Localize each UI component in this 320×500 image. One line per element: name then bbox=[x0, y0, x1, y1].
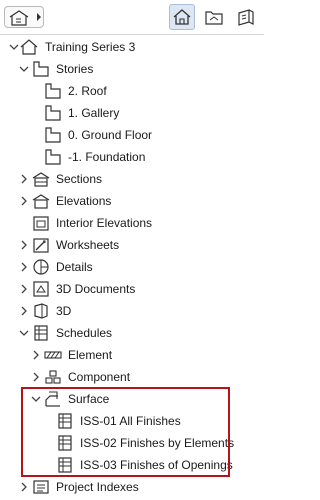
tree-item-root[interactable]: Training Series 3 bbox=[0, 36, 264, 58]
tree-item-story[interactable]: -1. Foundation bbox=[0, 146, 264, 168]
3d-view-icon bbox=[34, 303, 48, 319]
tree-item-story[interactable]: 0. Ground Floor bbox=[0, 124, 264, 146]
house-icon bbox=[173, 9, 191, 25]
tree-item-label: Element bbox=[68, 348, 113, 362]
tree-item-label: 2. Roof bbox=[68, 84, 107, 98]
view-mode-dropdown[interactable] bbox=[4, 6, 44, 28]
tree-item-label: Worksheets bbox=[56, 238, 120, 252]
tree-item-worksheets[interactable]: Worksheets bbox=[0, 234, 264, 256]
tree-item-story[interactable]: 2. Roof bbox=[0, 80, 264, 102]
chevron-right-icon[interactable] bbox=[18, 283, 30, 295]
project-index-icon bbox=[33, 480, 49, 494]
story-icon bbox=[45, 83, 61, 99]
chevron-down-icon[interactable] bbox=[8, 41, 20, 53]
tree-item-label: Stories bbox=[56, 62, 94, 76]
tree-item-label: Interior Elevations bbox=[56, 216, 153, 230]
story-icon bbox=[45, 105, 61, 121]
chevron-right-icon bbox=[37, 13, 41, 21]
tree-item-label: 3D Documents bbox=[56, 282, 136, 296]
chevron-down-icon[interactable] bbox=[18, 63, 30, 75]
story-icon bbox=[45, 127, 61, 143]
view-map-icon bbox=[9, 10, 29, 26]
chevron-right-icon[interactable] bbox=[18, 195, 30, 207]
tree-item-3d-documents[interactable]: 3D Documents bbox=[0, 278, 264, 300]
tree-item-3d[interactable]: 3D bbox=[0, 300, 264, 322]
chevron-right-icon[interactable] bbox=[18, 239, 30, 251]
tree-item-label: Elevations bbox=[56, 194, 112, 208]
chevron-right-icon[interactable] bbox=[18, 305, 30, 317]
tree-item-label: Component bbox=[68, 370, 131, 384]
project-house-icon bbox=[20, 39, 38, 55]
chevron-right-icon[interactable] bbox=[18, 261, 30, 273]
tree-item-label: Sections bbox=[56, 172, 103, 186]
layout-book-button[interactable] bbox=[233, 4, 259, 30]
chevron-right-icon[interactable] bbox=[18, 173, 30, 185]
tree-item-stories[interactable]: Stories bbox=[0, 58, 264, 80]
navigator-toolbar bbox=[0, 0, 264, 35]
tree-item-label: Training Series 3 bbox=[45, 40, 136, 54]
tree-item-component[interactable]: Component bbox=[0, 366, 264, 388]
tree-item-label: 0. Ground Floor bbox=[68, 128, 153, 142]
view-map-button[interactable] bbox=[201, 4, 227, 30]
3d-document-icon bbox=[33, 281, 49, 297]
tree-item-label: -1. Foundation bbox=[68, 150, 146, 164]
elevation-icon bbox=[32, 194, 50, 209]
tree-item-label: 1. Gallery bbox=[68, 106, 120, 120]
chevron-right-icon[interactable] bbox=[30, 349, 42, 361]
tree-item-sections[interactable]: Sections bbox=[0, 168, 264, 190]
tree-item-elevations[interactable]: Elevations bbox=[0, 190, 264, 212]
schedule-icon bbox=[34, 325, 48, 341]
tree-item-label: 3D bbox=[56, 304, 72, 318]
section-icon bbox=[32, 172, 50, 187]
interior-elevation-icon bbox=[33, 216, 49, 231]
worksheet-icon bbox=[33, 238, 49, 253]
project-map-button[interactable] bbox=[169, 4, 195, 30]
story-icon bbox=[45, 149, 61, 165]
tree-item-story[interactable]: 1. Gallery bbox=[0, 102, 264, 124]
layout-book-icon bbox=[238, 9, 254, 26]
chevron-right-icon[interactable] bbox=[18, 481, 30, 493]
tree-item-label: Schedules bbox=[56, 326, 113, 340]
tree-item-schedules[interactable]: Schedules bbox=[0, 322, 264, 344]
tree-item-project-indexes[interactable]: Project Indexes bbox=[0, 476, 264, 498]
chevron-right-icon[interactable] bbox=[30, 371, 42, 383]
tree-item-element[interactable]: Element bbox=[0, 344, 264, 366]
tree-item-details[interactable]: Details bbox=[0, 256, 264, 278]
tree-item-label: Project Indexes bbox=[56, 480, 139, 494]
tree-item-interior-elevations[interactable]: Interior Elevations bbox=[0, 212, 264, 234]
folder-house-icon bbox=[205, 11, 223, 25]
highlight-frame bbox=[21, 387, 230, 477]
element-hatch-icon bbox=[44, 351, 62, 359]
chevron-down-icon[interactable] bbox=[18, 327, 30, 339]
component-icon bbox=[45, 370, 61, 384]
stories-icon bbox=[33, 61, 49, 77]
detail-icon bbox=[33, 259, 49, 275]
tree-item-label: Details bbox=[56, 260, 93, 274]
